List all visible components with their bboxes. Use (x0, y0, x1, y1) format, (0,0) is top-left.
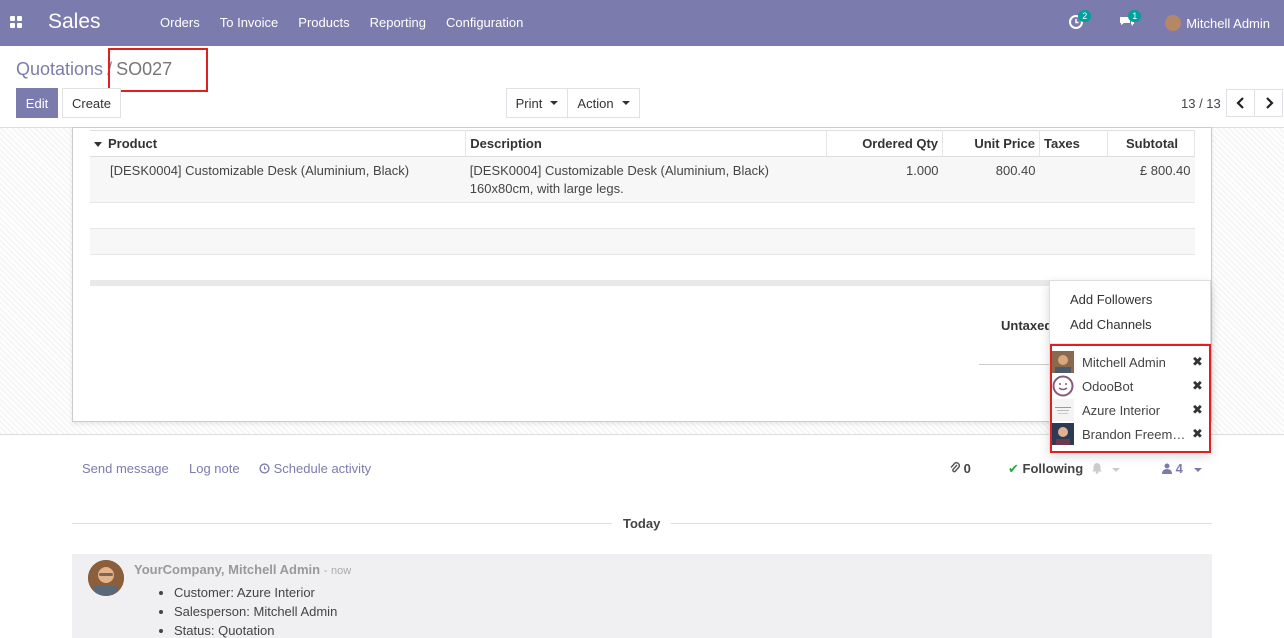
message-author: YourCompany, Mitchell Admin - now (134, 562, 351, 577)
attachments-button[interactable]: 0 (950, 461, 971, 476)
apps-menu-icon[interactable] (10, 16, 23, 29)
app-name[interactable]: Sales (48, 10, 101, 34)
cell-unit-price: 800.40 (942, 156, 1040, 203)
activity-clock-icon[interactable]: 2 (1069, 10, 1092, 31)
message-badge: 1 (1128, 10, 1142, 22)
schedule-activity-button[interactable]: Schedule activity (259, 461, 371, 476)
user-menu[interactable]: Mitchell Admin (1165, 15, 1270, 31)
column-product[interactable]: Product (90, 130, 467, 157)
messaging-chat-icon[interactable]: 1 (1119, 10, 1142, 31)
menu-products[interactable]: Products (298, 15, 349, 30)
caret-down-icon (1194, 467, 1203, 472)
chevron-left-icon (1235, 97, 1244, 109)
breadcrumb-quotations[interactable]: Quotations (16, 59, 103, 79)
systray: 2 1 Mitchell Admin (1069, 0, 1284, 46)
followers-count: 4 (1175, 461, 1183, 476)
list-item: Status: Quotation (174, 621, 337, 638)
user-avatar (1165, 15, 1182, 31)
cell-product: [DESK0004] Customizable Desk (Aluminium,… (90, 156, 466, 203)
author-avatar[interactable] (88, 560, 124, 596)
schedule-activity-label: Schedule activity (273, 461, 372, 476)
user-name: Mitchell Admin (1186, 15, 1270, 31)
action-label: Action (577, 95, 614, 111)
check-icon: ✔ (1008, 461, 1019, 476)
bell-icon[interactable] (1091, 462, 1103, 474)
create-button[interactable]: Create (62, 88, 121, 118)
message-time-separator: - (323, 565, 328, 577)
print-label: Print (515, 95, 543, 111)
send-message-button[interactable]: Send message (82, 461, 169, 476)
column-ordered-qty[interactable]: Ordered Qty (826, 130, 944, 157)
cell-description: [DESK0004] Customizable Desk (Aluminium,… (465, 156, 827, 203)
column-product-label: Product (108, 136, 158, 151)
list-item: Salesperson: Mitchell Admin (174, 602, 337, 621)
table-footer (90, 280, 1195, 286)
table-row-empty (90, 254, 1195, 281)
table-row[interactable]: [DESK0004] Customizable Desk (Aluminium,… (90, 156, 1195, 203)
highlight-box-record (108, 48, 208, 92)
cell-ordered-qty: 1.000 (826, 156, 943, 203)
paperclip-icon (950, 462, 960, 473)
following-label: Following (1022, 461, 1084, 476)
caret-down-icon[interactable] (1112, 467, 1121, 472)
top-navbar: Sales Orders To Invoice Products Reporti… (0, 0, 1284, 46)
pager-value[interactable]: 13 / 13 (1181, 96, 1221, 111)
menu-reporting[interactable]: Reporting (370, 15, 426, 30)
menu-to-invoice[interactable]: To Invoice (220, 15, 279, 30)
tracking-values-list: Customer: Azure Interior Salesperson: Mi… (174, 583, 337, 638)
form-sheet: Product Description Ordered Qty Unit Pri… (72, 127, 1212, 422)
description-line-1: [DESK0004] Customizable Desk (Aluminium,… (469, 163, 769, 178)
following-button[interactable]: ✔ Following (1008, 461, 1121, 477)
cell-subtotal: £ 800.40 (1107, 156, 1195, 203)
print-dropdown-button[interactable]: Print (506, 88, 568, 118)
edit-button[interactable]: Edit (16, 88, 58, 118)
user-icon (1162, 463, 1172, 474)
cell-taxes (1039, 156, 1108, 203)
table-row-empty (90, 228, 1195, 255)
chatter-topbar: Send message Log note Schedule activity … (82, 461, 1212, 481)
caret-down-icon (621, 101, 630, 105)
table-row-empty (90, 202, 1195, 229)
chatter-message: YourCompany, Mitchell Admin - now Custom… (72, 554, 1212, 638)
table-header-row: Product Description Ordered Qty Unit Pri… (90, 130, 1196, 157)
add-channels-link[interactable]: Add Channels (1070, 317, 1152, 332)
totals-divider (979, 364, 1059, 365)
order-lines-table: Product Description Ordered Qty Unit Pri… (90, 130, 1196, 281)
log-note-button[interactable]: Log note (189, 461, 240, 476)
action-dropdown-button[interactable]: Action (567, 88, 640, 118)
highlight-box-followers (1050, 344, 1211, 453)
column-subtotal[interactable]: Subtotal (1107, 130, 1196, 157)
list-item: Customer: Azure Interior (174, 583, 337, 602)
pager-previous-button[interactable] (1226, 89, 1255, 117)
attachments-count: 0 (963, 461, 971, 476)
add-followers-link[interactable]: Add Followers (1070, 292, 1152, 307)
main-menu: Orders To Invoice Products Reporting Con… (160, 15, 543, 30)
message-time: now (331, 565, 352, 577)
menu-configuration[interactable]: Configuration (446, 15, 523, 30)
column-description[interactable]: Description (465, 130, 828, 157)
author-name[interactable]: YourCompany, Mitchell Admin (134, 562, 320, 577)
menu-orders[interactable]: Orders (160, 15, 200, 30)
followers-dropdown: Add Followers Add Channels Mitchell Admi… (1049, 280, 1211, 453)
activity-badge: 2 (1078, 10, 1092, 22)
followers-button[interactable]: 4 (1162, 461, 1203, 476)
pager-next-button[interactable] (1254, 89, 1283, 117)
column-taxes[interactable]: Taxes (1039, 130, 1108, 157)
chevron-right-icon (1265, 97, 1274, 109)
today-label: Today (612, 516, 672, 531)
column-unit-price[interactable]: Unit Price (942, 130, 1040, 157)
clock-icon (259, 463, 270, 474)
untaxed-amount-label: Untaxed (1001, 318, 1053, 333)
caret-down-icon (550, 101, 559, 105)
description-line-2: 160x80cm, with large legs. (469, 181, 624, 196)
sort-caret-icon (94, 142, 102, 148)
